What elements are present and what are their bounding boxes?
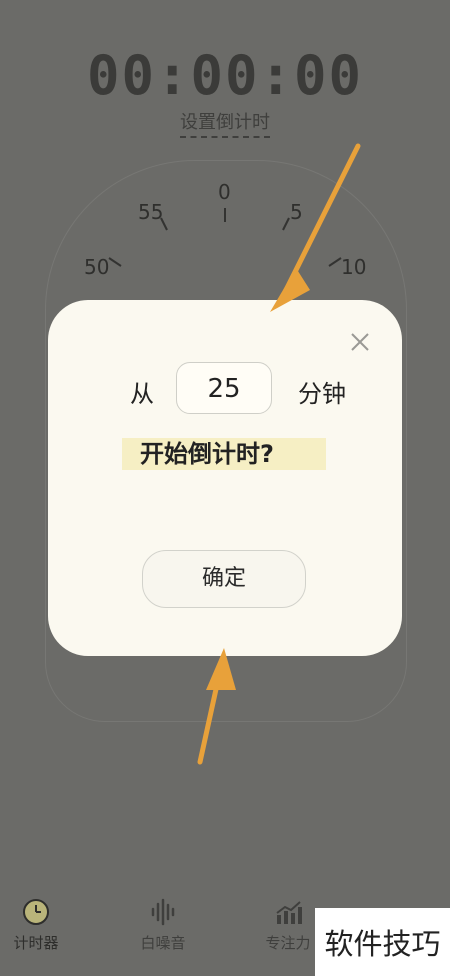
chart-icon: [276, 901, 302, 924]
nav-label-timer: 计时器: [13, 934, 59, 952]
arrow-head-bottom-icon: [206, 648, 236, 690]
clock-icon: [23, 899, 49, 925]
nav-item-timer[interactable]: 计时器: [0, 892, 86, 953]
watermark: 软件技巧: [315, 908, 450, 976]
annotation-arrows: [197, 143, 361, 765]
nav-item-white-noise[interactable]: 白噪音: [113, 892, 213, 953]
nav-label-white-noise: 白噪音: [140, 934, 186, 952]
sound-wave-icon: [151, 898, 175, 926]
arrow-head-top-icon: [270, 268, 310, 312]
